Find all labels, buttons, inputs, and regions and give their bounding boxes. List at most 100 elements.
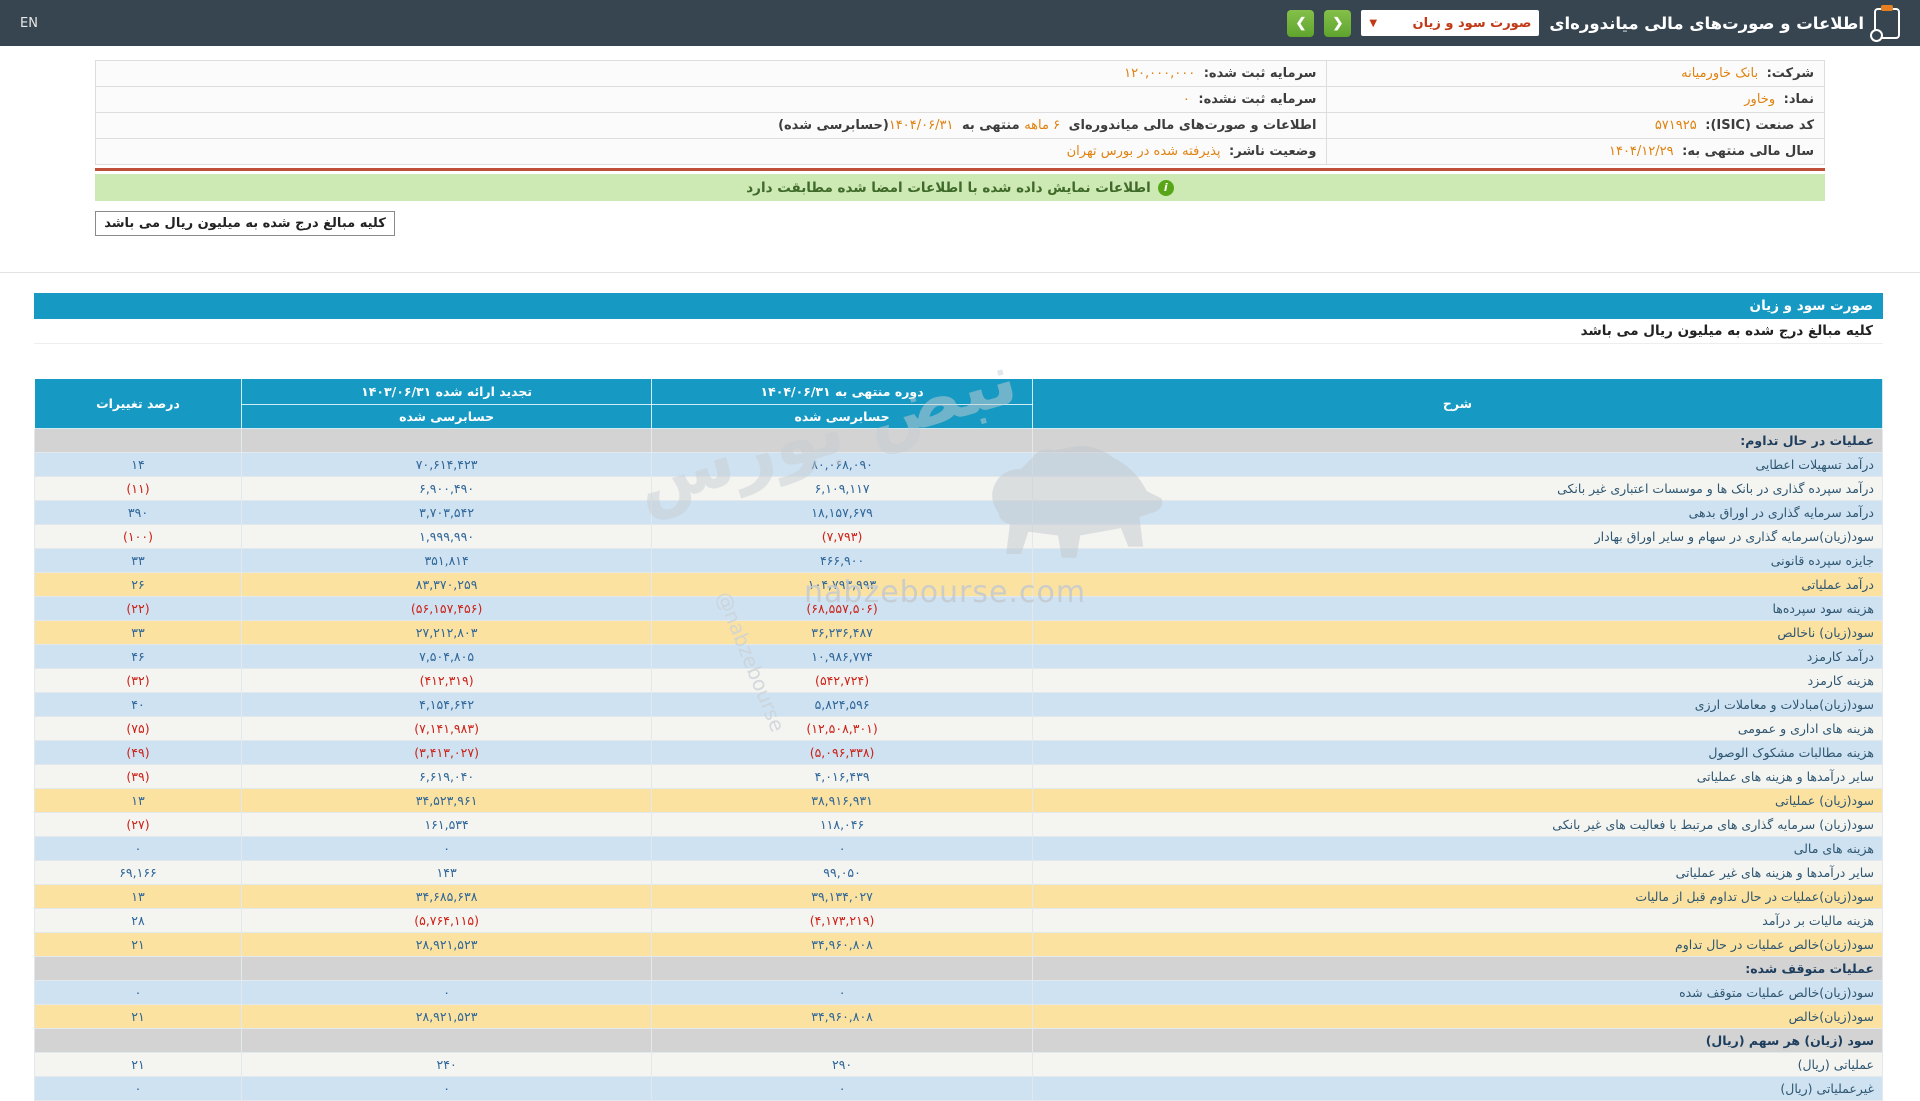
nav-next-button[interactable]: ❯ (1324, 10, 1351, 37)
row-value-change: (۱۱) (35, 477, 242, 501)
unregistered-capital-value: ۰ (1183, 92, 1194, 107)
period-months: ۶ ماهه (1024, 118, 1064, 133)
row-value-change (35, 1029, 242, 1053)
row-value-current: ۳۶,۲۳۶,۴۸۷ (652, 621, 1033, 645)
row-value-prior: ۱۶۱,۵۳۴ (241, 813, 651, 837)
row-value-current: (۴,۱۷۳,۲۱۹) (652, 909, 1033, 933)
table-row: هزینه مطالبات مشکوک الوصول(۵,۰۹۶,۳۳۸)(۳,… (35, 741, 1883, 765)
top-navigation-bar: EN ❮ ❯ ▼ صورت سود و زیان اطلاعات و صورت‌… (0, 0, 1920, 46)
table-row: هزینه های اداری و عمومی(۱۲,۵۰۸,۳۰۱)(۷,۱۴… (35, 717, 1883, 741)
row-value-prior: ۷,۵۰۴,۸۰۵ (241, 645, 651, 669)
table-row: هزینه مالیات بر درآمد(۴,۱۷۳,۲۱۹)(۵,۷۶۴,۱… (35, 909, 1883, 933)
row-label: سایر درآمدها و هزینه های غیر عملیاتی (1032, 861, 1882, 885)
row-value-current (652, 429, 1033, 453)
info-row: کد صنعت (ISIC): ۵۷۱۹۲۵ اطلاعات و صورت‌ها… (96, 113, 1825, 139)
row-value-current: ۱۸,۱۵۷,۶۷۹ (652, 501, 1033, 525)
row-value-prior: (۵۶,۱۵۷,۴۵۶) (241, 597, 651, 621)
row-value-change: (۲۷) (35, 813, 242, 837)
isic-cell: کد صنعت (ISIC): ۵۷۱۹۲۵ (1327, 113, 1825, 139)
row-value-change: ۲۶ (35, 573, 242, 597)
row-label: جایزه سپرده قانونی (1032, 549, 1882, 573)
row-value-prior (241, 429, 651, 453)
row-value-prior: (۳,۴۱۳,۰۲۷) (241, 741, 651, 765)
row-value-prior: (۷,۱۴۱,۹۸۳) (241, 717, 651, 741)
symbol-cell: نماد: وخاور (1327, 87, 1825, 113)
row-label: هزینه های مالی (1032, 837, 1882, 861)
row-value-change: ۲۱ (35, 933, 242, 957)
row-value-current: (۱۲,۵۰۸,۳۰۱) (652, 717, 1033, 741)
row-value-prior: ۲۴۰ (241, 1053, 651, 1077)
unregistered-capital-cell: سرمایه ثبت نشده: ۰ (96, 87, 1327, 113)
row-label: هزینه مالیات بر درآمد (1032, 909, 1882, 933)
row-value-prior: ۳۴,۶۸۵,۶۳۸ (241, 885, 651, 909)
row-value-prior: ۳۵۱,۸۱۴ (241, 549, 651, 573)
issuer-status-cell: وضعیت ناشر: پذیرفته شده در بورس تهران (96, 139, 1327, 165)
row-value-change: (۳۲) (35, 669, 242, 693)
language-switch-en[interactable]: EN (20, 16, 38, 31)
nav-previous-button[interactable]: ❮ (1287, 10, 1314, 37)
row-label: سود(زیان)خالص عملیات در حال تداوم (1032, 933, 1882, 957)
registered-capital-label: سرمایه ثبت شده: (1204, 66, 1317, 81)
row-label: سود(زیان) ناخالص (1032, 621, 1882, 645)
company-info-table: شرکت: بانک خاورمیانه سرمایه ثبت شده: ۱۲۰… (95, 60, 1825, 165)
table-row: درآمد کارمزد۱۰,۹۸۶,۷۷۴۷,۵۰۴,۸۰۵۴۶ (35, 645, 1883, 669)
row-value-change: (۷۵) (35, 717, 242, 741)
row-label: سود(زیان)خالص (1032, 1005, 1882, 1029)
row-value-change: ۳۳ (35, 549, 242, 573)
row-value-change: ۶۹,۱۶۶ (35, 861, 242, 885)
row-value-current: ۳۴,۹۶۰,۸۰۸ (652, 933, 1033, 957)
red-divider-line (95, 168, 1825, 171)
table-row: جایزه سپرده قانونی۴۶۶,۹۰۰۳۵۱,۸۱۴۳۳ (35, 549, 1883, 573)
row-label: سود(زیان) سرمایه گذاری های مرتبط با فعال… (1032, 813, 1882, 837)
row-label: هزینه کارمزد (1032, 669, 1882, 693)
row-value-prior: ۴,۱۵۴,۶۴۲ (241, 693, 651, 717)
row-value-prior: ۶,۶۱۹,۰۴۰ (241, 765, 651, 789)
chevron-right-icon: ❯ (1332, 15, 1343, 31)
row-value-current: ۹۹,۰۵۰ (652, 861, 1033, 885)
row-value-prior: ۸۳,۳۷۰,۲۵۹ (241, 573, 651, 597)
row-label: سود(زیان)عملیات در حال تداوم قبل از مالی… (1032, 885, 1882, 909)
row-label: سود(زیان)مبادلات و معاملات ارزی (1032, 693, 1882, 717)
row-label: درآمد سپرده گذاری در بانک ها و موسسات اع… (1032, 477, 1882, 501)
row-value-current: (۷,۷۹۳) (652, 525, 1033, 549)
row-value-prior: ۱,۹۹۹,۹۹۰ (241, 525, 651, 549)
row-label: عملیاتی (ریال) (1032, 1053, 1882, 1077)
table-row: سود(زیان) عملیاتی۳۸,۹۱۶,۹۳۱۳۴,۵۲۳,۹۶۱۱۳ (35, 789, 1883, 813)
company-value: بانک خاورمیانه (1681, 66, 1762, 81)
row-label: درآمد کارمزد (1032, 645, 1882, 669)
table-row: سود(زیان)خالص۳۴,۹۶۰,۸۰۸۲۸,۹۲۱,۵۲۳۲۱ (35, 1005, 1883, 1029)
isic-label: کد صنعت (ISIC): (1705, 118, 1814, 133)
row-value-current: ۴۶۶,۹۰۰ (652, 549, 1033, 573)
row-value-prior (241, 1029, 651, 1053)
info-row: شرکت: بانک خاورمیانه سرمایه ثبت شده: ۱۲۰… (96, 61, 1825, 87)
table-row: سود(زیان)مبادلات و معاملات ارزی۵,۸۲۴,۵۹۶… (35, 693, 1883, 717)
row-value-prior: ۳۴,۵۲۳,۹۶۱ (241, 789, 651, 813)
section-row: عملیات در حال تداوم: (35, 429, 1883, 453)
table-row: سایر درآمدها و هزینه های عملیاتی۴,۰۱۶,۴۳… (35, 765, 1883, 789)
chevron-down-icon: ▼ (1369, 18, 1377, 29)
row-label: عملیات در حال تداوم: (1032, 429, 1882, 453)
row-value-change: ۱۳ (35, 789, 242, 813)
statement-section: صورت سود و زیان کلیه مبالغ درج شده به می… (34, 293, 1883, 1101)
row-value-change: ۳۳ (35, 621, 242, 645)
row-value-prior: ۰ (241, 837, 651, 861)
row-value-change: ۱۴ (35, 453, 242, 477)
row-value-current: ۶,۱۰۹,۱۱۷ (652, 477, 1033, 501)
row-label: درآمد تسهیلات اعطایی (1032, 453, 1882, 477)
row-value-change: ۰ (35, 1077, 242, 1101)
fiscal-year-cell: سال مالی منتهی به: ۱۴۰۴/۱۲/۲۹ (1327, 139, 1825, 165)
row-value-prior: ۰ (241, 1077, 651, 1101)
row-value-prior: ۱۴۳ (241, 861, 651, 885)
row-label: درآمد سرمایه گذاری در اوراق بدهی (1032, 501, 1882, 525)
row-value-change: (۳۹) (35, 765, 242, 789)
table-row: سود(زیان)عملیات در حال تداوم قبل از مالی… (35, 885, 1883, 909)
row-value-prior: ۶,۹۰۰,۴۹۰ (241, 477, 651, 501)
issuer-status-value: پذیرفته شده در بورس تهران (1067, 144, 1225, 159)
row-value-change: ۱۳ (35, 885, 242, 909)
currency-unit-box: کلیه مبالغ درج شده به میلیون ریال می باش… (95, 211, 395, 236)
clipboard-icon (1874, 8, 1900, 39)
row-value-current (652, 957, 1033, 981)
table-row: سود(زیان) سرمایه گذاری های مرتبط با فعال… (35, 813, 1883, 837)
row-value-current: ۳۸,۹۱۶,۹۳۱ (652, 789, 1033, 813)
statement-type-dropdown[interactable]: ▼ صورت سود و زیان (1361, 10, 1539, 36)
